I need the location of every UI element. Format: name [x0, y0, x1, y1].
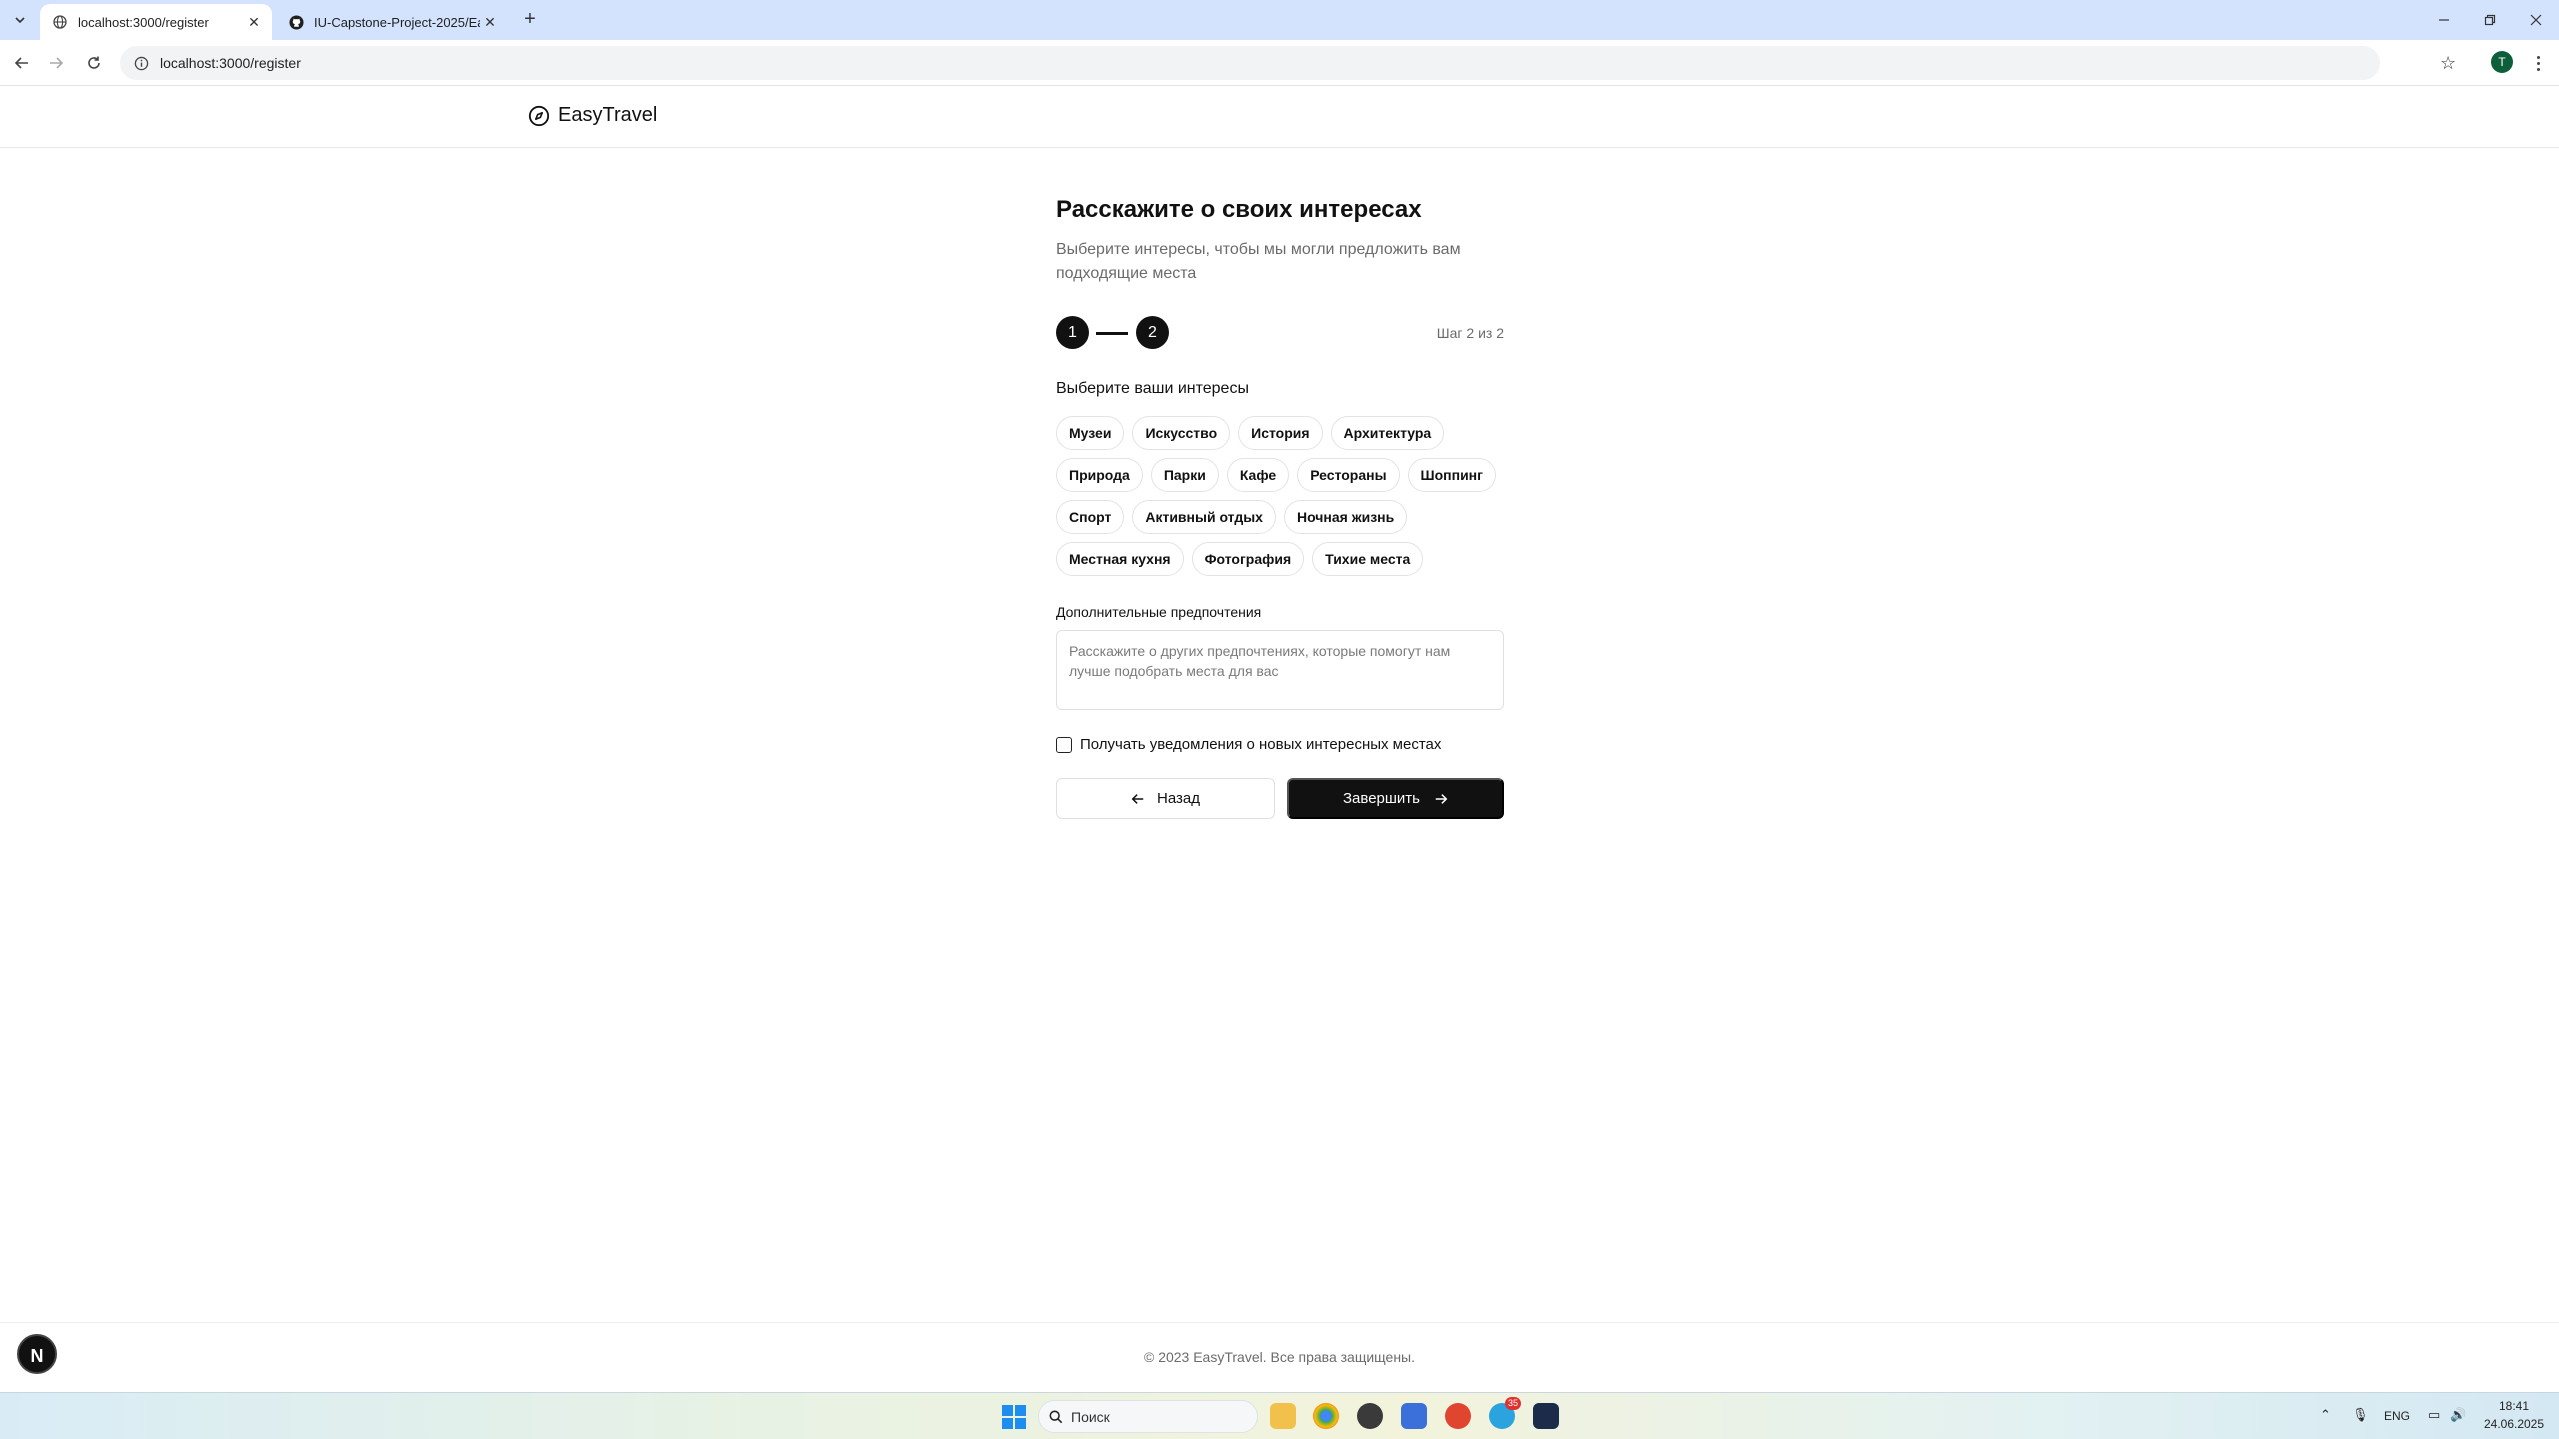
reload-icon — [88, 56, 100, 69]
tab-title: localhost:3000/register — [78, 14, 209, 30]
webstorm-icon[interactable] — [1533, 1403, 1559, 1429]
tray-overflow-icon[interactable]: ⌃ — [2320, 1407, 2331, 1423]
chrome-icon[interactable] — [1313, 1403, 1339, 1429]
browser-toolbar: localhost:3000/register ☆ T — [0, 40, 2559, 86]
interest-chip-nature[interactable]: Природа — [1056, 458, 1143, 492]
profile-avatar[interactable]: T — [2491, 51, 2513, 73]
os-taskbar: Поиск 35 ⌃ 🎙 ENG ▭ 🔊 18:41 24.06.2025 — [0, 1392, 2559, 1439]
interests-label: Выберите ваши интересы — [1056, 380, 1249, 397]
interest-chips: Музеи Искусство История Архитектура Прир… — [1056, 416, 1516, 584]
browser-tab-bar: localhost:3000/register ✕ IU-Capstone-Pr… — [0, 0, 2559, 40]
volume-icon[interactable]: 🔊 — [2450, 1407, 2466, 1423]
telegram-unread-badge: 35 — [1504, 1397, 1521, 1410]
interest-chip-architecture[interactable]: Архитектура — [1330, 416, 1445, 450]
interest-chip-museums[interactable]: Музеи — [1056, 416, 1125, 450]
finish-button-label: Завершить — [1343, 790, 1420, 807]
interest-chip-local-cuisine[interactable]: Местная кухня — [1056, 542, 1184, 576]
interest-chip-parks[interactable]: Парки — [1150, 458, 1219, 492]
microphone-icon[interactable]: 🎙 — [2352, 1407, 2369, 1423]
browser-menu-icon[interactable] — [2530, 51, 2546, 75]
chip-row: Местная кухня Фотография Тихие места — [1056, 542, 1516, 576]
tab-title: IU-Capstone-Project-2025/Easy — [314, 14, 480, 30]
interest-chip-restaurants[interactable]: Рестораны — [1297, 458, 1400, 492]
interest-chip-cafes[interactable]: Кафе — [1226, 458, 1290, 492]
chart-app-icon[interactable] — [1401, 1403, 1427, 1429]
interest-chip-active-leisure[interactable]: Активный отдых — [1132, 500, 1276, 534]
brand-name: EasyTravel — [558, 104, 658, 126]
minimize-icon — [2439, 19, 2449, 21]
arrow-left-icon — [1131, 793, 1144, 804]
minimize-button[interactable] — [2421, 0, 2467, 40]
restore-button[interactable] — [2467, 0, 2513, 40]
extra-preferences-textarea[interactable] — [1056, 630, 1504, 710]
tab-github[interactable]: IU-Capstone-Project-2025/Easy ✕ — [276, 4, 508, 40]
stepper: 1 2 Шаг 2 из 2 — [1056, 316, 1504, 350]
close-icon[interactable]: ✕ — [244, 12, 264, 32]
arrow-right-icon — [1435, 793, 1448, 804]
language-indicator[interactable]: ENG — [2384, 1409, 2410, 1423]
back-button-label: Назад — [1157, 790, 1200, 807]
clock-time[interactable]: 18:41 — [2484, 1399, 2544, 1413]
site-info-icon[interactable] — [132, 54, 150, 72]
arrow-right-icon — [50, 57, 64, 69]
tab-register[interactable]: localhost:3000/register ✕ — [40, 4, 272, 40]
interest-chip-quiet-places[interactable]: Тихие места — [1312, 542, 1424, 576]
close-icon[interactable]: ✕ — [480, 12, 500, 32]
url-text: localhost:3000/register — [160, 55, 301, 71]
windows-start-icon[interactable] — [1002, 1405, 1026, 1429]
arrow-left-icon — [14, 57, 28, 69]
forward-nav-button[interactable] — [44, 51, 68, 75]
notify-label[interactable]: Получать уведомления о новых интересных … — [1080, 736, 1441, 753]
notify-checkbox[interactable] — [1056, 736, 1072, 753]
chip-row: Музеи Искусство История Архитектура — [1056, 416, 1516, 450]
compass-icon — [528, 105, 550, 126]
interest-chip-history[interactable]: История — [1238, 416, 1323, 450]
back-button[interactable]: Назад — [1056, 778, 1275, 819]
brave-icon[interactable] — [1445, 1403, 1471, 1429]
step-2-indicator: 2 — [1136, 316, 1169, 349]
step-1-indicator: 1 — [1056, 316, 1089, 349]
interest-chip-sport[interactable]: Спорт — [1056, 500, 1125, 534]
window-close-button[interactable] — [2513, 0, 2559, 40]
chip-row: Спорт Активный отдых Ночная жизнь — [1056, 500, 1516, 534]
bookmark-star-icon[interactable]: ☆ — [2440, 53, 2456, 74]
site-footer: © 2023 EasyTravel. Все права защищены. — [0, 1322, 2559, 1392]
new-tab-button[interactable]: + — [518, 8, 542, 32]
interest-chip-art[interactable]: Искусство — [1132, 416, 1231, 450]
reload-button[interactable] — [82, 51, 106, 75]
close-icon — [2530, 14, 2542, 26]
taskbar-search[interactable]: Поиск — [1038, 1400, 1258, 1433]
site-header: EasyTravel — [0, 86, 2559, 148]
taskbar-search-label: Поиск — [1071, 1408, 1110, 1425]
clock-date[interactable]: 24.06.2025 — [2480, 1417, 2548, 1431]
address-bar[interactable]: localhost:3000/register — [120, 46, 2380, 80]
notify-option: Получать уведомления о новых интересных … — [1056, 736, 1441, 753]
file-explorer-icon[interactable] — [1270, 1403, 1296, 1429]
dev-tools-badge[interactable]: N — [17, 1334, 57, 1374]
brand-link[interactable]: EasyTravel — [528, 104, 657, 127]
search-icon — [1049, 1410, 1063, 1423]
obs-icon[interactable] — [1357, 1403, 1383, 1429]
github-icon — [288, 14, 304, 30]
tab-search-button[interactable] — [8, 8, 32, 32]
restore-icon — [2484, 14, 2496, 26]
network-icon[interactable]: ▭ — [2428, 1407, 2440, 1423]
page-subtitle: Выберите интересы, чтобы мы могли предло… — [1056, 241, 1461, 282]
telegram-icon[interactable]: 35 — [1489, 1397, 1521, 1429]
interest-chip-photography[interactable]: Фотография — [1191, 542, 1305, 576]
step-counter: Шаг 2 из 2 — [1436, 325, 1504, 341]
chip-row: Природа Парки Кафе Рестораны Шоппинг — [1056, 458, 1516, 492]
extra-preferences-label: Дополнительные предпочтения — [1056, 604, 1262, 620]
page-title: Расскажите о своих интересах — [1056, 196, 1422, 223]
step-connector — [1096, 332, 1128, 335]
interest-chip-nightlife[interactable]: Ночная жизнь — [1283, 500, 1408, 534]
back-nav-button[interactable] — [10, 51, 34, 75]
register-interests-form: Расскажите о своих интересах Выберите ин… — [1056, 196, 1504, 819]
finish-button[interactable]: Завершить — [1287, 778, 1504, 819]
copyright-text: © 2023 EasyTravel. Все права защищены. — [1143, 1349, 1416, 1365]
interest-chip-shopping[interactable]: Шоппинг — [1407, 458, 1496, 492]
chevron-down-icon — [15, 17, 25, 24]
globe-icon — [52, 14, 68, 30]
